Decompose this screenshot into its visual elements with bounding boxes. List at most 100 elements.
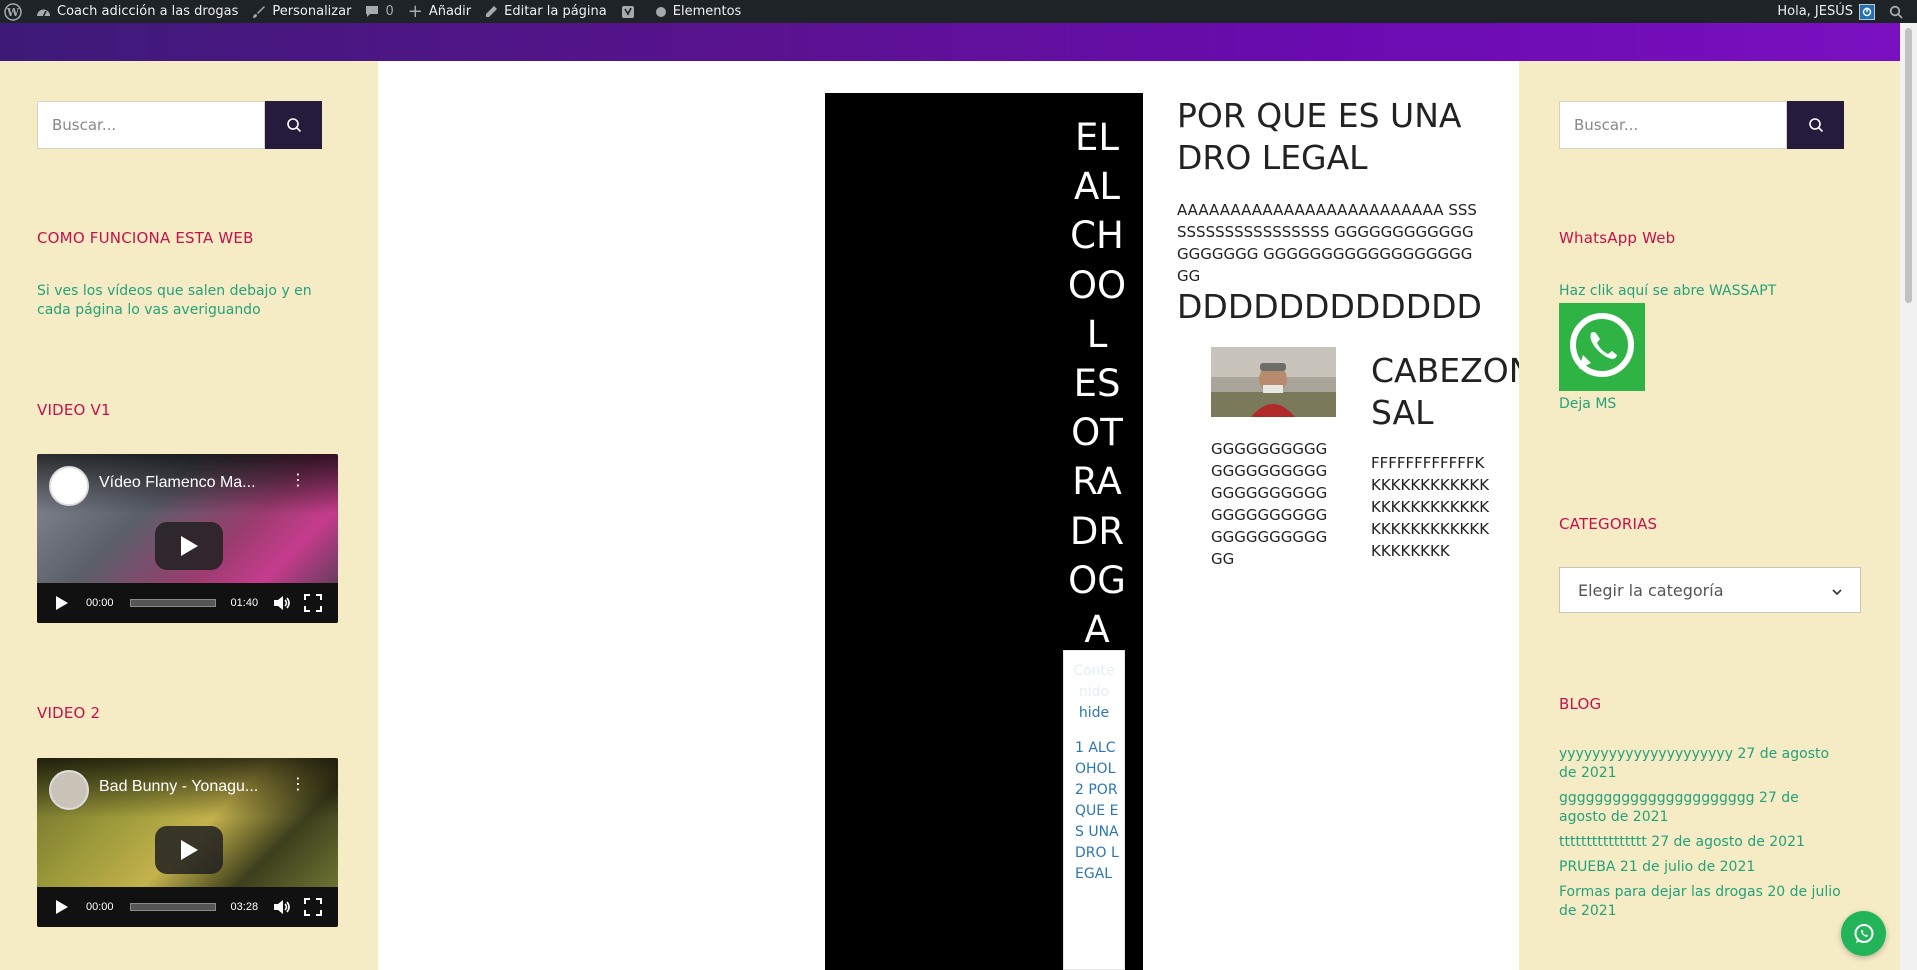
fullscreen-icon[interactable] <box>304 898 323 916</box>
blog-entry-title[interactable]: Formas para dejar las drogas <box>1559 884 1763 900</box>
wordpress-menu[interactable]: W <box>0 0 29 23</box>
dot-icon <box>655 6 667 18</box>
play-icon[interactable] <box>55 596 69 610</box>
progress-bar[interactable] <box>129 903 216 911</box>
vertical-title-line: DR <box>1069 509 1125 553</box>
content-heading-1: POR QUE ES UNA DRO LEGAL <box>1177 96 1462 177</box>
left-sidebar: COMO FUNCIONA ESTA WEB Si ves los vídeos… <box>0 61 378 970</box>
add-new-link[interactable]: + Añadir <box>401 0 478 23</box>
whatsapp-link[interactable]: Deja MS <box>1559 395 1616 414</box>
right-search-button[interactable] <box>1787 101 1844 149</box>
admin-bar-right: Hola, JESÚS <box>1777 0 1903 23</box>
duration: 01:40 <box>230 597 259 609</box>
user-greeting[interactable]: Hola, JESÚS <box>1777 4 1853 19</box>
edit-page-label: Editar la página <box>504 4 607 19</box>
profile-photo <box>1211 347 1336 417</box>
list-item[interactable]: yyyyyyyyyyyyyyyyyyyyy 27 de agosto de 20… <box>1559 745 1849 783</box>
right-search-input[interactable] <box>1559 101 1787 149</box>
toc-list: 1 ALCOHOL 2 POR QUE ES UNA DRO LEGAL <box>1064 738 1124 885</box>
svg-text:W: W <box>6 6 20 19</box>
play-icon[interactable] <box>55 900 69 914</box>
scrollbar-thumb[interactable] <box>1905 28 1912 303</box>
blog-list: yyyyyyyyyyyyyyyyyyyyy 27 de agosto de 20… <box>1559 745 1849 927</box>
volume-icon[interactable] <box>273 899 291 915</box>
volume-icon[interactable] <box>273 595 291 611</box>
vertical-title-line: L <box>1086 312 1108 356</box>
yoast-menu[interactable] <box>614 0 648 23</box>
vertical-title-line: A <box>1084 608 1110 652</box>
elements-label: Elementos <box>672 4 742 19</box>
chevron-down-icon <box>1832 581 1842 600</box>
play-overlay-button[interactable] <box>155 826 223 874</box>
comments-count: 0 <box>385 4 394 19</box>
toc-item[interactable]: 2 POR QUE ES UNA DRO LEGAL <box>1075 780 1120 885</box>
video-controls: 00:00 03:28 <box>37 887 338 927</box>
progress-bar[interactable] <box>129 599 216 607</box>
video-player-2[interactable]: Bad Bunny - Yonagu... ⋮ 00:00 03:28 <box>37 758 338 927</box>
widget-title-whatsapp: WhatsApp Web <box>1559 229 1676 247</box>
right-search-form <box>1559 101 1844 149</box>
vertical-title-line: OG <box>1068 558 1126 602</box>
brush-icon <box>252 5 266 19</box>
list-item[interactable]: PRUEBA 21 de julio de 2021 <box>1559 858 1849 877</box>
play-overlay-button[interactable] <box>155 522 223 570</box>
video-player-1[interactable]: Vídeo Flamenco Ma... ⋮ 00:00 01:40 <box>37 454 338 623</box>
widget-title-video-2: VIDEO 2 <box>37 704 101 722</box>
site-name-link[interactable]: Coach adicción a las drogas <box>29 0 245 23</box>
widget-text-como-funciona: Si ves los vídeos que salen debajo y en … <box>37 283 312 318</box>
right-column-text: FFFFFFFFFFFFKKKKKKKKKKKKKKKKKKKKKKKKKKKK… <box>1371 454 1490 560</box>
yoast-icon <box>621 5 635 19</box>
plus-icon: + <box>407 1 423 22</box>
fullscreen-icon[interactable] <box>304 594 323 612</box>
blog-entry-title[interactable]: PRUEBA <box>1559 859 1615 875</box>
vertical-title-line: RA <box>1072 460 1122 504</box>
list-item[interactable]: gggggggggggggggggggggg 27 de agosto de 2… <box>1559 789 1849 827</box>
more-icon[interactable]: ⋮ <box>290 472 306 488</box>
site-name: Coach adicción a las drogas <box>57 4 239 19</box>
blog-entry-title[interactable]: tttttttttttttttt <box>1559 834 1647 850</box>
video-controls: 00:00 01:40 <box>37 583 338 623</box>
vertical-title-line: AL <box>1074 165 1120 209</box>
categories-select[interactable]: Elegir la categoría <box>1559 567 1861 613</box>
current-time: 00:00 <box>86 597 114 609</box>
whatsapp-icon[interactable] <box>1559 303 1645 391</box>
blog-entry-title[interactable]: gggggggggggggggggggggg <box>1559 790 1755 806</box>
channel-avatar <box>49 770 89 810</box>
categories-select-value: Elegir la categoría <box>1578 580 1724 600</box>
vertical-title-line: EL <box>1075 116 1119 159</box>
floating-whatsapp-button[interactable] <box>1841 911 1886 956</box>
comments-link[interactable]: 0 <box>358 0 400 23</box>
vertical-title: EL AL CH OO L ES OT RA DR OG A <box>1057 113 1137 654</box>
left-search-form <box>37 101 322 149</box>
list-item[interactable]: Formas para dejar las drogas 20 de julio… <box>1559 883 1849 921</box>
video-title: Vídeo Flamenco Ma... <box>99 474 256 491</box>
left-search-button[interactable] <box>265 101 322 149</box>
comment-icon <box>365 5 379 18</box>
elements-link[interactable]: Elementos <box>648 0 749 23</box>
toc-hide-link[interactable]: hide <box>1064 703 1124 724</box>
list-item[interactable]: tttttttttttttttt 27 de agosto de 2021 <box>1559 833 1849 852</box>
admin-search-icon[interactable] <box>1889 5 1903 19</box>
edit-page-link[interactable]: Editar la página <box>478 0 614 23</box>
admin-bar: W Coach adicción a las drogas Personaliz… <box>0 0 1917 23</box>
vertical-title-line: OT <box>1071 411 1123 455</box>
more-icon[interactable]: ⋮ <box>290 776 306 792</box>
left-column-text: GGGGGGGGGGGGGGGGGGGGGGGGGGGGGGGGGGGGGGGG… <box>1211 440 1328 568</box>
dashboard-icon <box>36 5 51 19</box>
content-paragraph: AAAAAAAAAAAAAAAAAAAAAAAAA SSSSSSSSSSSSSS… <box>1177 201 1477 285</box>
whatsapp-text[interactable]: Haz clik aquí se abre WASSAPT <box>1559 282 1776 301</box>
table-of-contents: Conte nido hide 1 ALCOHOL 2 POR QUE ES U… <box>1063 650 1125 970</box>
pencil-icon <box>485 5 498 18</box>
vertical-title-line: CH <box>1070 214 1124 258</box>
customize-link[interactable]: Personalizar <box>245 0 358 23</box>
widget-title-categories: CATEGORIAS <box>1559 515 1658 533</box>
current-time: 00:00 <box>86 901 114 913</box>
blog-entry-title[interactable]: yyyyyyyyyyyyyyyyyyyyy <box>1559 746 1733 762</box>
widget-title-video-v1: VIDEO V1 <box>37 401 111 419</box>
site-header <box>0 23 1900 61</box>
left-search-input[interactable] <box>37 101 265 149</box>
page-scrollbar[interactable] <box>1900 23 1917 970</box>
user-avatar[interactable] <box>1859 3 1875 20</box>
toc-item[interactable]: 1 ALCOHOL <box>1075 738 1120 780</box>
wordpress-icon: W <box>4 2 22 21</box>
